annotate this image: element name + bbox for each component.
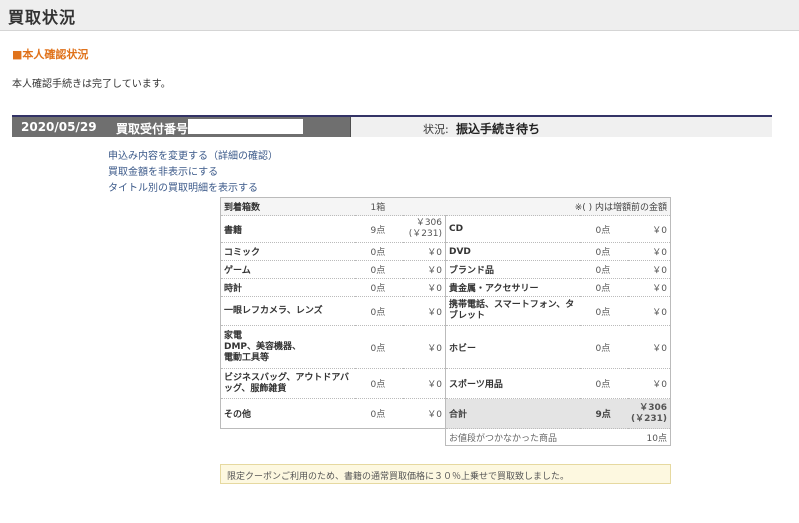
category-amount: ￥0 <box>402 368 446 399</box>
show-title-details-link[interactable]: タイトル別の買取明細を表示する <box>108 181 278 197</box>
category-name: ブランド品 <box>445 260 580 279</box>
table-row: 家電 DMP、美容機器、 電動工具等 0点 ￥0 ホビー 0点 ￥0 <box>220 325 671 369</box>
verification-status-text: 本人確認手続きは完了しています。 <box>12 79 171 90</box>
category-count: 0点 <box>579 325 628 369</box>
category-name: 書籍 <box>220 215 355 243</box>
category-amount: ￥0 <box>627 242 671 261</box>
category-count: 0点 <box>579 368 628 399</box>
total-count: 9点 <box>579 398 628 429</box>
category-name: ホビー <box>445 325 580 369</box>
table-row: コミック 0点 ￥0 DVD 0点 ￥0 <box>220 242 671 261</box>
category-count: 0点 <box>354 325 403 369</box>
arrival-count-value: 1箱 <box>354 197 446 216</box>
amount-value: ￥306 <box>415 218 442 228</box>
category-amount: ￥0 <box>627 325 671 369</box>
total-amount-before-increase: (￥231) <box>630 413 667 424</box>
order-number-redacted <box>188 119 303 134</box>
category-count: 0点 <box>579 278 628 297</box>
amount-note: ※( ) 内は増額前の金額 <box>445 197 671 216</box>
table-row: その他 0点 ￥0 合計 9点 ￥306 (￥231) <box>220 398 671 429</box>
category-amount: ￥0 <box>627 296 671 326</box>
category-name: CD <box>445 215 580 243</box>
category-amount: ￥0 <box>627 278 671 297</box>
order-info-panel: 2020/05/29 買取受付番号： <box>12 117 351 137</box>
category-count: 0点 <box>354 242 403 261</box>
category-amount: ￥0 <box>627 215 671 243</box>
category-count: 0点 <box>354 398 403 429</box>
category-count: 0点 <box>354 278 403 297</box>
order-status-panel: 状況: 振込手続き待ち <box>351 117 772 137</box>
category-amount: ￥0 <box>402 398 446 429</box>
coupon-notice: 限定クーポンご利用のため、書籍の通常買取価格に３０％上乗せで買取致しました。 <box>220 464 671 484</box>
category-count: 9点 <box>354 215 403 243</box>
category-name: DVD <box>445 242 580 261</box>
arrival-count-label: 到着箱数 <box>220 197 355 216</box>
table-row: 書籍 9点 ￥306 (￥231) CD 0点 ￥0 <box>220 215 671 243</box>
amount-before-increase: (￥231) <box>408 229 442 239</box>
category-amount: ￥306 (￥231) <box>402 215 446 243</box>
category-amount: ￥0 <box>402 242 446 261</box>
table-row: ゲーム 0点 ￥0 ブランド品 0点 ￥0 <box>220 260 671 279</box>
category-count: 0点 <box>579 242 628 261</box>
category-name: 家電 DMP、美容機器、 電動工具等 <box>220 325 355 369</box>
category-amount: ￥0 <box>402 325 446 369</box>
total-amount-value: ￥306 <box>639 402 667 413</box>
table-row: ビジネスバッグ、アウトドアバッグ、服飾雑貨 0点 ￥0 スポーツ用品 0点 ￥0 <box>220 368 671 399</box>
order-summary-bar: 2020/05/29 買取受付番号： 状況: 振込手続き待ち <box>12 115 772 137</box>
category-amount: ￥0 <box>402 278 446 297</box>
table-row: お値段がつかなかった商品 10点 <box>221 428 671 446</box>
no-price-count: 10点 <box>627 428 671 446</box>
page-header: 買取状況 <box>0 0 799 31</box>
total-label: 合計 <box>445 398 580 429</box>
category-count: 0点 <box>579 215 628 243</box>
category-name: スポーツ用品 <box>445 368 580 399</box>
category-name: 携帯電話、スマートフォン、タブレット <box>445 296 580 326</box>
page-title: 買取状況 <box>8 8 77 27</box>
category-amount: ￥0 <box>402 296 446 326</box>
category-amount: ￥0 <box>627 260 671 279</box>
category-name: 一眼レフカメラ、レンズ <box>220 296 355 326</box>
category-count: 0点 <box>579 296 628 326</box>
category-count: 0点 <box>579 260 628 279</box>
category-name: その他 <box>220 398 355 429</box>
category-name: 貴金属・アクセサリー <box>445 278 580 297</box>
category-count: 0点 <box>354 296 403 326</box>
category-amount: ￥0 <box>402 260 446 279</box>
action-links: 申込み内容を変更する（詳細の確認） 買取金額を非表示にする タイトル別の買取明細… <box>108 149 278 197</box>
order-date: 2020/05/29 <box>21 120 97 134</box>
purchase-detail-table: 到着箱数 1箱 ※( ) 内は増額前の金額 書籍 9点 ￥306 (￥231) … <box>220 197 671 446</box>
category-count: 0点 <box>354 368 403 399</box>
table-row: 時計 0点 ￥0 貴金属・アクセサリー 0点 ￥0 <box>220 278 671 297</box>
order-status-value: 振込手続き待ち <box>456 122 541 136</box>
order-status-label: 状況: <box>423 123 449 136</box>
category-name: 時計 <box>220 278 355 297</box>
table-row: 一眼レフカメラ、レンズ 0点 ￥0 携帯電話、スマートフォン、タブレット 0点 … <box>220 296 671 326</box>
no-price-label: お値段がつかなかった商品 <box>445 428 628 446</box>
category-count: 0点 <box>354 260 403 279</box>
table-row: 到着箱数 1箱 ※( ) 内は増額前の金額 <box>220 197 671 216</box>
category-name: コミック <box>220 242 355 261</box>
category-name: ビジネスバッグ、アウトドアバッグ、服飾雑貨 <box>220 368 355 399</box>
category-name: ゲーム <box>220 260 355 279</box>
hide-amount-link[interactable]: 買取金額を非表示にする <box>108 165 278 181</box>
section-heading-verification: ■本人確認状況 <box>12 48 89 61</box>
change-application-link[interactable]: 申込み内容を変更する（詳細の確認） <box>108 149 278 165</box>
total-amount: ￥306 (￥231) <box>627 398 671 429</box>
category-amount: ￥0 <box>627 368 671 399</box>
